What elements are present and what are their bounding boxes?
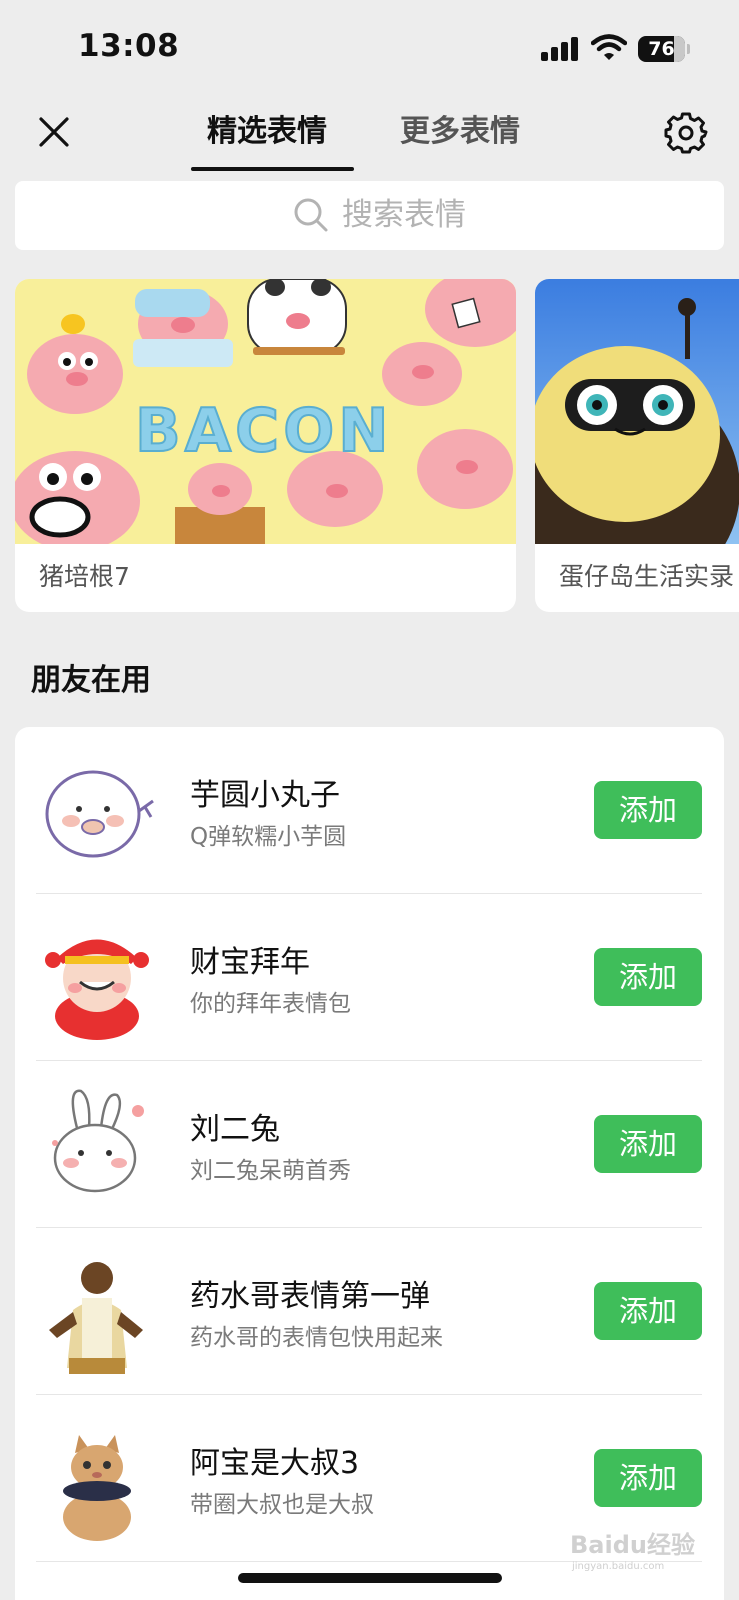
- item-subtitle: 刘二兔呆萌首秀: [190, 1158, 351, 1184]
- search-icon: [294, 198, 328, 232]
- list-item[interactable]: 芋圆小丸子 Q弹软糯小芋圆 添加: [15, 727, 724, 894]
- gear-icon[interactable]: [664, 110, 708, 154]
- add-button[interactable]: 添加: [594, 948, 702, 1006]
- status-time: 13:08: [78, 28, 180, 64]
- add-button[interactable]: 添加: [594, 1449, 702, 1507]
- search-placeholder: 搜索表情: [342, 197, 466, 233]
- tab-more-stickers[interactable]: 更多表情: [400, 110, 520, 154]
- item-title: 财宝拜年: [190, 945, 310, 980]
- bacon-sticker-art: BACON: [15, 279, 516, 544]
- signal-icon: [541, 37, 579, 61]
- item-title: 刘二兔: [190, 1112, 280, 1147]
- friends-using-title: 朋友在用: [31, 663, 151, 698]
- svg-text:Baidu经验: Baidu经验: [570, 1531, 695, 1559]
- tab-indicator: [191, 167, 354, 171]
- home-indicator: [238, 1573, 502, 1583]
- item-title: 药水哥表情第一弹: [190, 1279, 430, 1314]
- item-subtitle: 你的拜年表情包: [190, 991, 351, 1017]
- baidu-jingyan-watermark: Baidu经验 jingyan.baidu.com: [570, 1531, 695, 1572]
- banner-bacon[interactable]: BACON 猪培根7: [15, 279, 516, 612]
- caibao-thumbnail: [45, 939, 149, 1040]
- banner-art-text: BACON: [135, 396, 392, 466]
- yaoshuige-thumbnail: [49, 1262, 143, 1374]
- item-subtitle: Q弹软糯小芋圆: [190, 824, 347, 850]
- banner-eggy-island[interactable]: 蛋仔岛生活实录: [535, 279, 739, 612]
- list-item[interactable]: 药水哥表情第一弹 药水哥的表情包快用起来 添加: [15, 1228, 724, 1395]
- add-button[interactable]: 添加: [594, 1282, 702, 1340]
- item-subtitle: 带圈大叔也是大叔: [190, 1492, 374, 1518]
- item-title: 芋圆小丸子: [190, 778, 340, 813]
- list-item[interactable]: 刘二兔 刘二兔呆萌首秀 添加: [15, 1061, 724, 1228]
- liu-er-tu-thumbnail: [52, 1089, 144, 1193]
- status-bar: 13:08 76: [0, 0, 739, 92]
- battery-icon: 76: [638, 36, 690, 62]
- search-input[interactable]: 搜索表情: [15, 181, 724, 250]
- banner-title: 猪培根7: [39, 562, 130, 591]
- abao-cat-thumbnail: [63, 1435, 131, 1541]
- battery-percentage: 76: [648, 38, 675, 60]
- eggy-sticker-art: [535, 279, 739, 544]
- list-item[interactable]: 财宝拜年 你的拜年表情包 添加: [15, 894, 724, 1061]
- item-subtitle: 药水哥的表情包快用起来: [190, 1325, 443, 1351]
- close-icon[interactable]: [34, 112, 74, 152]
- wifi-icon: [591, 34, 627, 60]
- add-button[interactable]: 添加: [594, 781, 702, 839]
- banner-title: 蛋仔岛生活实录: [559, 562, 735, 591]
- taro-ball-thumbnail: [45, 770, 154, 858]
- add-button[interactable]: 添加: [594, 1115, 702, 1173]
- tab-selected-stickers[interactable]: 精选表情: [207, 110, 327, 154]
- nav-bar: 精选表情 更多表情: [0, 92, 739, 172]
- item-title: 阿宝是大叔3: [190, 1446, 360, 1481]
- svg-text:jingyan.baidu.com: jingyan.baidu.com: [571, 1561, 664, 1572]
- friends-sticker-list: 芋圆小丸子 Q弹软糯小芋圆 添加 财宝拜年 你的拜年表情包 添加 刘二兔 刘二兔…: [15, 727, 724, 1600]
